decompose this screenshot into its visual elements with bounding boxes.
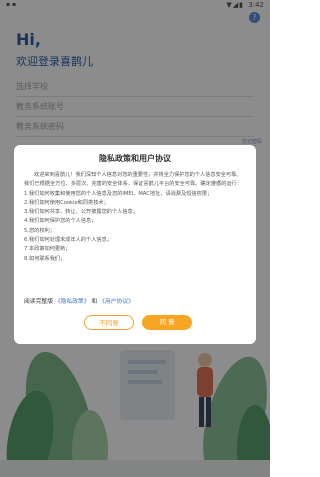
user-agreement-link[interactable]: 《用户协议》 bbox=[99, 299, 134, 305]
privacy-dialog: 隐私政策和用户协议 欢迎来到喜鹊儿！我们深知个人信息对您的重要性，并将全力保护您… bbox=[14, 145, 256, 344]
policy-item: 8.如何联系我们； bbox=[24, 255, 66, 262]
policy-item: 7.本政策如何更新； bbox=[24, 246, 71, 253]
dialog-intro: 欢迎来到喜鹊儿！我们深知个人信息对您的重要性，并将全力保护您的个人信息安全可靠。… bbox=[24, 172, 242, 188]
policy-item: 2.我们如何使用Cookie和同类技术； bbox=[24, 199, 109, 206]
policy-item: 1.我们如何收集和使用您的个人信息及您的IMEI、MAC地址，请消费及短信权限； bbox=[24, 190, 213, 197]
privacy-policy-link[interactable]: 《隐私政策》 bbox=[55, 299, 90, 305]
dialog-body: 欢迎来到喜鹊儿！我们深知个人信息对您的重要性，并将全力保护您的个人信息安全可靠。… bbox=[24, 171, 246, 264]
policy-item: 6.我们如何处理未成年人的个人信息； bbox=[24, 237, 112, 244]
and-label: 和 bbox=[91, 299, 98, 305]
agree-button[interactable]: 同 意 bbox=[142, 315, 192, 330]
full-version-links: 阅读完整版 《隐私政策》 和 《用户协议》 bbox=[24, 296, 246, 305]
read-full-label: 阅读完整版 bbox=[24, 299, 53, 305]
policy-item: 4.我们如何保护您的个人信息； bbox=[24, 218, 97, 225]
policy-item: 5.您的权利； bbox=[24, 227, 55, 234]
dialog-title: 隐私政策和用户协议 bbox=[99, 154, 171, 163]
policy-item: 3.我们如何共享、转让、公开披露您的个人信息； bbox=[24, 209, 138, 216]
decline-button[interactable]: 不同意 bbox=[84, 315, 134, 330]
